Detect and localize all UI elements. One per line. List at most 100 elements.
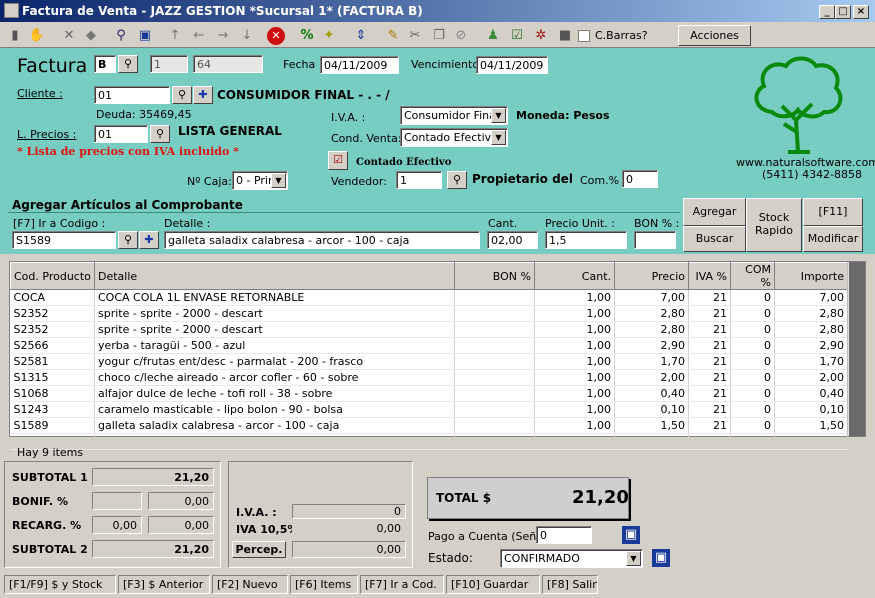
stock-rapido-button[interactable]: Stock Rapido (746, 198, 802, 252)
table-row[interactable]: S1315 choco c/leche aireado - arcor cofle… (10, 369, 848, 386)
table-cell: 0,40 (614, 385, 689, 402)
percent-icon[interactable]: % (298, 27, 316, 45)
minimize-button[interactable]: _ (819, 5, 835, 19)
table-cell: 7,00 (774, 289, 848, 306)
gear-icon[interactable]: ✲ (532, 27, 550, 45)
table-row[interactable]: S1068 alfajor dulce de leche - tofi roll … (10, 385, 848, 402)
iva-select[interactable]: Consumidor Final ▼ (400, 106, 508, 125)
maximize-button[interactable]: □ (835, 5, 851, 19)
search-cliente-button[interactable]: ⚲ (172, 86, 192, 104)
table-cell: 1,00 (534, 353, 615, 370)
table-row[interactable]: S2352 sprite - sprite - 2000 - descart 1,0… (10, 305, 848, 322)
save-pago-icon[interactable]: ▣ (622, 526, 640, 544)
sort-icon[interactable]: ⇕ (352, 27, 370, 45)
magic-icon[interactable]: ✦ (320, 27, 338, 45)
ncaja-label: Nº Caja: (187, 175, 232, 188)
column-header[interactable]: Precio (614, 262, 689, 290)
borrar-button[interactable]: [F11] Borrar (803, 198, 863, 244)
factura-type-field[interactable]: B (94, 55, 116, 73)
recarg-pct-field[interactable]: 0,00 (92, 516, 142, 534)
no-icon[interactable]: ⊘ (452, 27, 470, 45)
arrow-right-icon[interactable]: → (214, 27, 232, 45)
close-button[interactable]: × (853, 5, 869, 19)
modificar-button[interactable]: Modificar (803, 226, 863, 252)
column-header[interactable]: IVA % (688, 262, 731, 290)
numero-field[interactable]: 64 (193, 55, 263, 73)
fecha-field[interactable]: 04/11/2009 (320, 56, 399, 74)
table-cell: 0 (730, 321, 775, 338)
table-row[interactable]: S2581 yogur c/frutas ent/desc - parmalat … (10, 353, 848, 370)
search-articulo-button[interactable]: ⚲ (118, 231, 138, 249)
edit-icon[interactable]: ✎ (384, 27, 402, 45)
items-table[interactable]: Cod. Producto Detalle BON % Cant. Precio IVA … (9, 261, 866, 450)
search-icon[interactable]: ⚲ (112, 27, 130, 45)
table-cell: 21 (688, 305, 731, 322)
save-icon[interactable]: ▣ (136, 27, 154, 45)
scrollbar-thumb[interactable] (849, 262, 865, 436)
acciones-button[interactable]: Acciones (678, 25, 751, 46)
hand-icon[interactable]: ✋ (28, 27, 46, 45)
buscar-button[interactable]: Buscar (683, 226, 746, 252)
agregar-button[interactable]: Agregar (683, 198, 746, 226)
vencimiento-field[interactable]: 04/11/2009 (476, 56, 548, 74)
arrow-left-icon[interactable]: ← (190, 27, 208, 45)
add-articulo-button[interactable]: ✚ (139, 231, 159, 249)
table-row[interactable]: S2352 sprite - sprite - 2000 - descart 1,0… (10, 321, 848, 338)
copy-icon[interactable]: ❐ (430, 27, 448, 45)
column-header[interactable]: Cod. Producto (10, 262, 95, 290)
user-icon[interactable]: ♟ (484, 27, 502, 45)
bonif-pct-field[interactable] (92, 492, 142, 510)
estado-select[interactable]: CONFIRMADO ▼ (500, 549, 643, 568)
table-scrollbar[interactable] (847, 262, 865, 436)
column-header[interactable]: COM % (730, 262, 775, 290)
table-cell: yogur c/frutas ent/desc - parmalat - 200… (94, 353, 455, 370)
tools-icon[interactable]: ✂ (406, 27, 424, 45)
table-row[interactable]: S1243 caramelo masticable - lipo bolon - … (10, 401, 848, 418)
codigo-field[interactable]: S1589 (12, 231, 116, 249)
arrow-down-icon[interactable]: ↓ (238, 27, 256, 45)
add-cliente-button[interactable]: ✚ (193, 86, 213, 104)
table-body: COCA COCA COLA 1L ENVASE RETORNABLE 1,00 7,… (10, 289, 848, 450)
bon-field[interactable] (634, 231, 676, 249)
vendedor-field[interactable]: 1 (396, 171, 442, 189)
lprecios-field[interactable]: 01 (94, 125, 148, 143)
item-count: Hay 9 items (17, 446, 84, 459)
arrow-up-icon[interactable]: ↑ (166, 27, 184, 45)
table-cell (94, 433, 455, 450)
detalle-field[interactable]: galleta saladix calabresa - arcor - 100 … (164, 231, 480, 249)
table-row[interactable]: COCA COCA COLA 1L ENVASE RETORNABLE 1,00 7,… (10, 289, 848, 306)
contado-edit-button[interactable]: ☑ (328, 151, 348, 170)
cant-field[interactable]: 02,00 (487, 231, 538, 249)
table-cell: 21 (688, 369, 731, 386)
check-box-icon[interactable]: ☑ (508, 27, 526, 45)
cliente-field[interactable]: 01 (94, 86, 170, 104)
delete-icon[interactable]: ✕ (60, 27, 78, 45)
shield-icon[interactable]: ◆ (82, 27, 100, 45)
new-doc-icon[interactable]: ▮ (6, 27, 24, 45)
table-row[interactable]: S1589 galleta saladix calabresa - arcor -… (10, 417, 848, 434)
cancel-icon[interactable]: ✕ (267, 27, 285, 45)
column-header[interactable]: Cant. (534, 262, 615, 290)
column-header[interactable]: Importe (774, 262, 848, 290)
punto-venta-field[interactable]: 1 (150, 55, 188, 73)
percep-button[interactable]: Percep. (232, 541, 286, 558)
square-icon[interactable]: ■ (556, 27, 574, 45)
table-cell: 1,00 (534, 417, 615, 434)
column-header[interactable]: BON % (454, 262, 535, 290)
precio-field[interactable]: 1,5 (545, 231, 627, 249)
subtotal1-value: 21,20 (92, 468, 214, 486)
save-estado-icon[interactable]: ▣ (652, 549, 670, 567)
deuda-text: Deuda: 35469,45 (96, 108, 192, 121)
table-row[interactable]: S2566 yerba - taragüi - 500 - azul 1,00 2,9… (10, 337, 848, 354)
condventa-select[interactable]: Contado Efectivo ▼ (400, 128, 508, 147)
ncaja-select[interactable]: 0 - Prin ▼ (232, 171, 288, 190)
search-lista-button[interactable]: ⚲ (150, 125, 170, 143)
search-vendedor-button[interactable]: ⚲ (447, 171, 467, 189)
search-tipo-button[interactable]: ⚲ (118, 55, 138, 73)
com-field[interactable]: 0 (622, 170, 658, 188)
table-cell: sprite - sprite - 2000 - descart (94, 321, 455, 338)
column-header[interactable]: Detalle (94, 262, 455, 290)
pago-field[interactable]: 0 (536, 526, 592, 544)
search-icon: ⚲ (177, 88, 187, 101)
cbarras-checkbox[interactable] (578, 30, 590, 42)
